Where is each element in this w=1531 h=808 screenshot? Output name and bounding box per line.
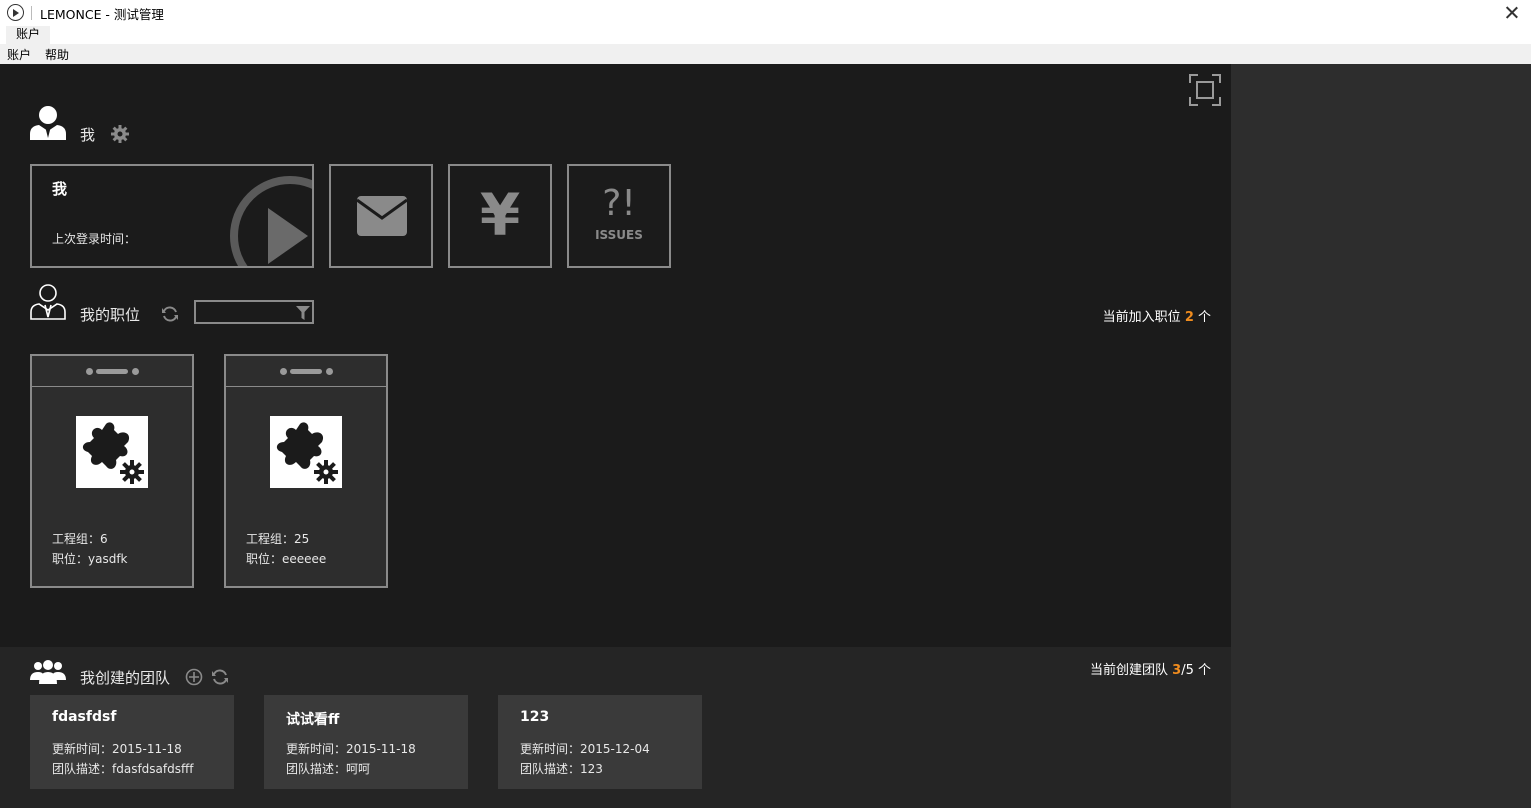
me-section-label: 我 xyxy=(80,126,96,144)
puzzle-gear-icon xyxy=(270,416,342,488)
header-dot xyxy=(132,368,139,375)
window-title: LEMONCE - 测试管理 xyxy=(40,7,164,22)
position-title: 职位：yasdfk xyxy=(52,552,128,566)
menu-item-help[interactable]: 帮助 xyxy=(45,46,69,63)
play-watermark-icon xyxy=(230,176,312,266)
title-bar: LEMONCE - 测试管理 xyxy=(0,0,1531,26)
right-side-pane xyxy=(1231,64,1531,808)
teams-stat-count: 3 xyxy=(1172,663,1182,678)
issues-tile[interactable]: ?! ISSUES xyxy=(567,164,671,268)
position-title: 职位：eeeeee xyxy=(246,552,327,566)
issues-glyph-icon: ?! xyxy=(602,183,636,224)
positions-section-label: 我的职位 xyxy=(80,306,141,324)
team-description: 团队描述：fdasfdsafdsfff xyxy=(52,762,194,776)
profile-name: 我 xyxy=(52,180,68,198)
header-bar xyxy=(290,369,322,374)
team-icon xyxy=(30,660,66,684)
team-description: 团队描述：呵呵 xyxy=(286,762,371,776)
teams-count-stat: 当前创建团队 3/5 个 xyxy=(1090,659,1211,678)
last-login-label: 上次登录时间： xyxy=(52,232,137,246)
close-icon[interactable] xyxy=(1501,2,1523,24)
team-card[interactable]: 123 更新时间：2015-12-04 团队描述：123 xyxy=(498,695,702,789)
positions-stat-prefix: 当前加入职位 xyxy=(1102,310,1185,325)
user-outline-icon xyxy=(30,284,66,320)
team-card[interactable]: fdasfdsf 更新时间：2015-11-18 团队描述：fdasfdsafd… xyxy=(30,695,234,789)
team-updated: 更新时间：2015-12-04 xyxy=(520,742,650,756)
teams-section-label: 我创建的团队 xyxy=(80,669,171,687)
refresh-teams-icon[interactable] xyxy=(211,668,229,686)
position-group: 工程组：25 xyxy=(246,532,310,546)
positions-stat-suffix: 个 xyxy=(1193,310,1211,325)
team-description: 团队描述：123 xyxy=(520,762,603,776)
tab-account[interactable]: 账户 xyxy=(6,26,51,44)
header-dot xyxy=(280,368,287,375)
menu-item-account[interactable]: 账户 xyxy=(7,46,31,63)
filter-icon[interactable] xyxy=(296,306,310,320)
position-card[interactable]: 工程组：25 职位：eeeeee xyxy=(224,354,388,588)
menu-bar: 账户 帮助 xyxy=(0,44,1531,64)
position-card-header xyxy=(226,356,386,387)
team-name: 试试看ff xyxy=(286,712,340,728)
team-name: fdasfdsf xyxy=(52,709,117,725)
mail-icon xyxy=(357,196,407,236)
issues-label: ISSUES xyxy=(595,228,643,242)
team-name: 123 xyxy=(520,709,550,725)
billing-tile[interactable]: ¥ xyxy=(448,164,552,268)
position-group: 工程组：6 xyxy=(52,532,108,546)
teams-stat-suffix: /5 个 xyxy=(1181,663,1211,678)
team-updated: 更新时间：2015-11-18 xyxy=(286,742,416,756)
app-play-icon xyxy=(7,4,24,21)
user-icon xyxy=(30,106,66,140)
team-updated: 更新时间：2015-11-18 xyxy=(52,742,182,756)
position-search-box xyxy=(194,300,314,324)
positions-count-stat: 当前加入职位 2 个 xyxy=(1103,306,1211,325)
positions-stat-count: 2 xyxy=(1184,310,1194,325)
yen-icon: ¥ xyxy=(479,181,521,249)
puzzle-gear-icon xyxy=(76,416,148,488)
ribbon-tabbar: 账户 xyxy=(0,26,1531,44)
header-bar xyxy=(96,369,128,374)
title-separator xyxy=(31,6,32,20)
refresh-icon[interactable] xyxy=(161,305,179,323)
header-dot xyxy=(326,368,333,375)
add-team-icon[interactable] xyxy=(185,668,203,686)
header-dot xyxy=(86,368,93,375)
position-card-header xyxy=(32,356,192,387)
main-pane: 我 我 上次登录时间： ¥ ?! ISSUES 我的职位 当前加入职位 2 个 … xyxy=(0,64,1231,808)
teams-stat-prefix: 当前创建团队 xyxy=(1090,663,1173,678)
fullscreen-icon[interactable] xyxy=(1189,74,1221,106)
messages-tile[interactable] xyxy=(329,164,433,268)
team-card[interactable]: 试试看ff 更新时间：2015-11-18 团队描述：呵呵 xyxy=(264,695,468,789)
gear-icon[interactable] xyxy=(111,125,129,143)
position-search-input[interactable] xyxy=(198,303,292,321)
position-card[interactable]: 工程组：6 职位：yasdfk xyxy=(30,354,194,588)
profile-tile[interactable]: 我 上次登录时间： xyxy=(30,164,314,268)
